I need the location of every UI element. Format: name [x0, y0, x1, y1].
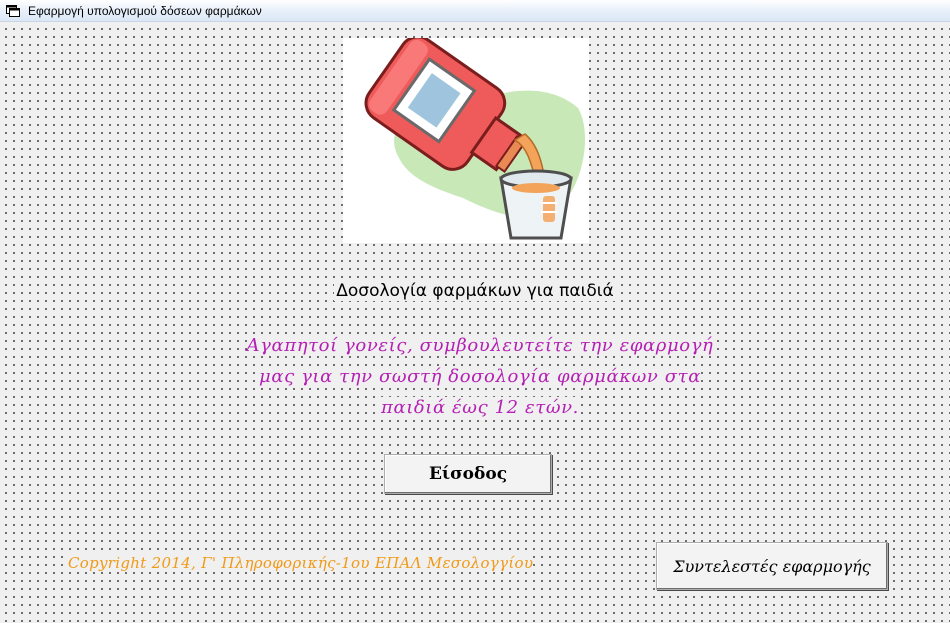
message-line-3: παιδιά έως 12 ετών.	[381, 397, 579, 418]
copyright-text: Copyright 2014, Γ' Πληροφορικής-1ου ΕΠΑΛ…	[68, 554, 534, 572]
title-bar: Εφαρμογή υπολογισμού δόσεων φαρμάκων	[0, 0, 950, 22]
welcome-message: Αγαπητοί γονείς, συμβουλευτείτε την εφαρ…	[230, 330, 730, 423]
enter-button[interactable]: Είσοδος	[384, 454, 552, 494]
message-line-2: μας για την σωστή δοσολογία φαρμάκων στα	[259, 366, 701, 387]
form-client-area: Δοσολογία φαρμάκων για παιδιά Αγαπητοί γ…	[0, 22, 950, 623]
window-icon[interactable]	[6, 4, 20, 17]
heading-text: Δοσολογία φαρμάκων για παιδιά	[334, 281, 616, 301]
credits-button[interactable]: Συντελεστές εφαρμογής	[656, 542, 888, 590]
page-heading: Δοσολογία φαρμάκων για παιδιά	[0, 281, 950, 301]
medicine-picture	[343, 35, 589, 243]
message-line-1: Αγαπητοί γονείς, συμβουλευτείτε την εφαρ…	[246, 335, 714, 356]
window-title: Εφαρμογή υπολογισμού δόσεων φαρμάκων	[28, 3, 262, 18]
copyright-label: Copyright 2014, Γ' Πληροφορικής-1ου ΕΠΑΛ…	[68, 554, 534, 572]
medicine-bottle-icon	[364, 35, 586, 240]
